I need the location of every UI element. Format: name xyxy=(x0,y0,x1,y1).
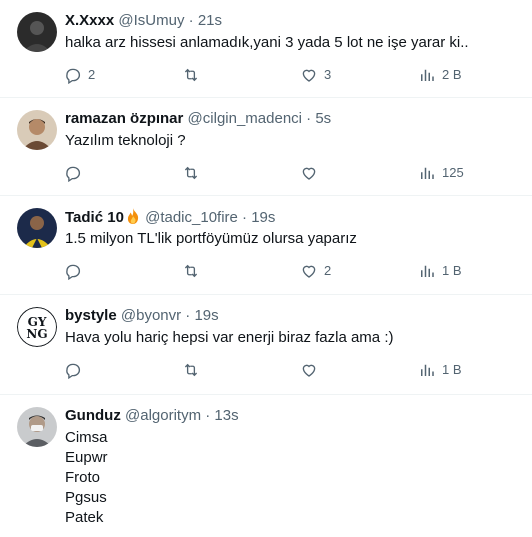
separator: · xyxy=(306,110,312,127)
user-name[interactable]: Tadić 10 xyxy=(65,209,124,226)
timestamp[interactable]: 19s xyxy=(251,209,275,226)
reply-icon xyxy=(66,264,81,280)
reply-count: 2 xyxy=(88,67,96,82)
tweet-header: X.Xxxx @IsUmuy · 21s xyxy=(65,11,222,31)
tweet[interactable]: ramazan özpınar @cilgin_madenci · 5s Yaz… xyxy=(0,98,532,196)
separator: · xyxy=(205,407,211,424)
avatar[interactable] xyxy=(17,407,57,447)
retweet-button[interactable] xyxy=(182,163,206,183)
like-count: 3 xyxy=(324,67,332,82)
reply-button[interactable] xyxy=(64,163,88,183)
tweet-actions: 125 xyxy=(64,163,504,183)
reply-icon xyxy=(66,363,81,379)
tweet-feed: X.Xxxx @IsUmuy · 21s halka arz hissesi a… xyxy=(0,0,532,537)
timestamp[interactable]: 19s xyxy=(194,307,218,324)
user-handle[interactable]: @tadic_10fire xyxy=(145,209,238,226)
separator: · xyxy=(242,209,248,226)
tweet-text: 1.5 milyon TL'lik portföyümüz olursa yap… xyxy=(65,230,357,247)
retweet-button[interactable] xyxy=(182,65,206,85)
tweet-text-line: Froto xyxy=(65,469,101,486)
tweet-text: Hava yolu hariç hepsi var enerji biraz f… xyxy=(65,329,394,346)
like-button[interactable] xyxy=(300,163,324,183)
like-icon xyxy=(302,167,316,180)
like-icon xyxy=(302,265,316,278)
retweet-icon xyxy=(184,68,198,82)
views-count: 1 B xyxy=(442,362,462,377)
like-icon xyxy=(302,69,316,82)
like-button[interactable]: 2 xyxy=(300,261,331,281)
views-icon xyxy=(421,364,434,376)
views-button[interactable]: 1 B xyxy=(418,261,462,281)
tweet-text-line: Pgsus xyxy=(65,489,107,506)
views-icon xyxy=(421,167,434,179)
user-name[interactable]: X.Xxxx xyxy=(65,12,114,29)
tweet-actions: 2 1 B xyxy=(64,261,504,281)
timestamp[interactable]: 21s xyxy=(198,12,222,29)
user-name[interactable]: Gunduz xyxy=(65,407,121,424)
like-count: 2 xyxy=(324,263,332,278)
tweet[interactable]: Tadić 10 @tadic_10fire · 19s 1.5 milyon … xyxy=(0,196,532,295)
reply-button[interactable] xyxy=(64,360,88,380)
reply-button[interactable] xyxy=(64,261,88,281)
retweet-icon xyxy=(184,166,198,180)
views-icon xyxy=(421,69,434,81)
tweet-actions: 2 3 2 B xyxy=(64,65,504,85)
tweet-text: Yazılım teknoloji ? xyxy=(65,132,186,149)
retweet-icon xyxy=(184,363,198,377)
views-button[interactable]: 125 xyxy=(418,163,464,183)
avatar[interactable] xyxy=(17,12,57,52)
tweet-text-line: Eupwr xyxy=(65,449,108,466)
avatar[interactable]: GY NG xyxy=(17,307,57,347)
views-button[interactable]: 1 B xyxy=(418,360,462,380)
like-button[interactable]: 3 xyxy=(300,65,331,85)
retweet-icon xyxy=(184,264,198,278)
reply-icon xyxy=(66,68,81,84)
tweet[interactable]: Gunduz @algoritym · 13s Cimsa Eupwr Frot… xyxy=(0,395,532,537)
tweet-text-line: Cimsa xyxy=(65,429,108,446)
user-name[interactable]: bystyle xyxy=(65,307,117,324)
views-count: 125 xyxy=(442,165,464,180)
views-button[interactable]: 2 B xyxy=(418,65,462,85)
like-button[interactable] xyxy=(300,360,324,380)
retweet-button[interactable] xyxy=(182,360,206,380)
user-handle[interactable]: @cilgin_madenci xyxy=(188,110,302,127)
tweet-actions: 1 B xyxy=(64,360,504,380)
avatar[interactable] xyxy=(17,208,57,248)
views-count: 2 B xyxy=(442,67,462,82)
fire-icon xyxy=(127,208,139,224)
avatar[interactable] xyxy=(17,110,57,150)
tweet-text: halka arz hissesi anlamadık,yani 3 yada … xyxy=(65,34,469,51)
tweet-text-line: Patek xyxy=(65,509,104,526)
reply-icon xyxy=(66,166,81,182)
tweet-header: Tadić 10 @tadic_10fire · 19s xyxy=(65,207,275,228)
separator: · xyxy=(188,12,194,29)
tweet-header: bystyle @byonvr · 19s xyxy=(65,306,219,326)
user-handle[interactable]: @IsUmuy xyxy=(118,12,184,29)
views-icon xyxy=(421,265,434,277)
avatar-logo-text: NG xyxy=(26,327,47,341)
tweet-header: ramazan özpınar @cilgin_madenci · 5s xyxy=(65,109,331,129)
user-handle[interactable]: @algoritym xyxy=(125,407,201,424)
retweet-button[interactable] xyxy=(182,261,206,281)
tweet[interactable]: GY NG bystyle @byonvr · 19s Hava yolu ha… xyxy=(0,295,532,395)
timestamp[interactable]: 13s xyxy=(214,407,238,424)
like-icon xyxy=(302,364,316,377)
user-handle[interactable]: @byonvr xyxy=(121,307,181,324)
views-count: 1 B xyxy=(442,263,462,278)
tweet-header: Gunduz @algoritym · 13s xyxy=(65,406,239,426)
reply-button[interactable]: 2 xyxy=(64,65,95,85)
timestamp[interactable]: 5s xyxy=(315,110,331,127)
tweet-text: Cimsa Eupwr Froto Pgsus Patek xyxy=(65,428,108,528)
separator: · xyxy=(185,307,191,324)
tweet[interactable]: X.Xxxx @IsUmuy · 21s halka arz hissesi a… xyxy=(0,0,532,98)
user-name[interactable]: ramazan özpınar xyxy=(65,110,183,127)
